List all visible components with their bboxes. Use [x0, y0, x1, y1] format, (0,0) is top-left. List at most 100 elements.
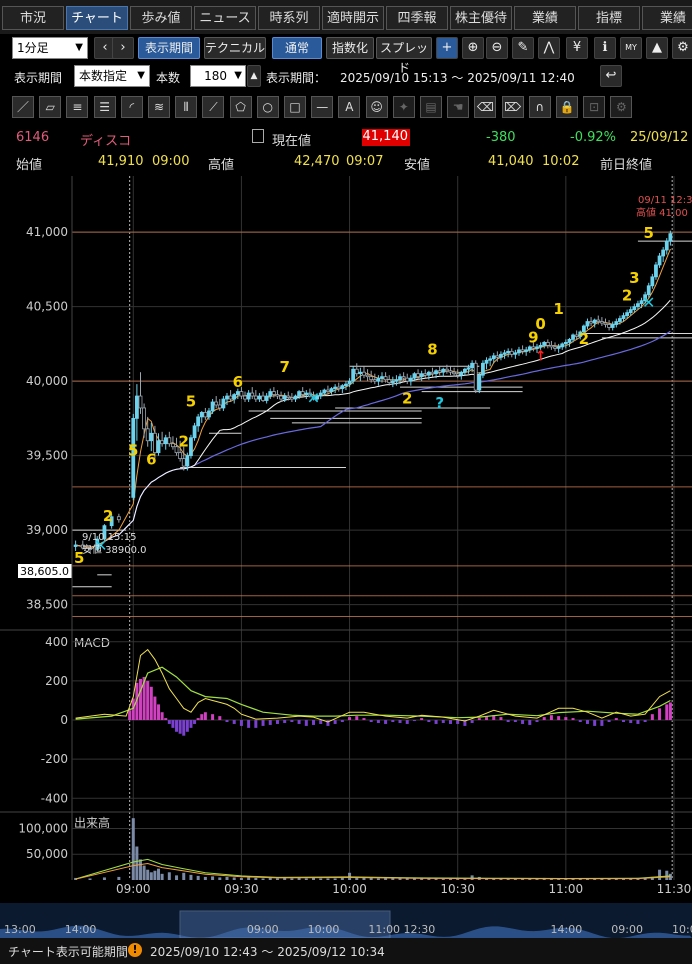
volume-y-tick-label: 50,000	[26, 847, 68, 861]
plus-icon[interactable]: +	[436, 37, 458, 59]
candle-body	[333, 386, 338, 389]
tab-item[interactable]: 株主優待	[450, 6, 512, 30]
normal-button[interactable]: 通常	[272, 37, 322, 59]
volume-title: 出来高	[74, 815, 110, 830]
my-icon[interactable]: MY	[620, 37, 642, 59]
candle-body	[466, 367, 471, 370]
hand-tool-icon[interactable]: ☚	[447, 96, 470, 118]
yen-icon[interactable]: ¥	[566, 37, 588, 59]
macd-histogram-bar	[290, 720, 294, 722]
tab-item[interactable]: 歩み値	[130, 6, 192, 30]
navigator-label: 09:00	[611, 923, 643, 936]
candle-body	[340, 385, 345, 389]
range-label: 表示期間：	[266, 71, 327, 85]
hlines-tool-icon[interactable]: ≡	[66, 96, 89, 118]
select-tool-icon[interactable]: ▤	[420, 96, 442, 118]
tab-item[interactable]: 四季報	[386, 6, 448, 30]
lock-tool-icon[interactable]: 🔒	[556, 96, 578, 118]
icon-tool-icon[interactable]: ☺	[365, 96, 388, 118]
channel-tool-icon[interactable]: ☰	[93, 96, 116, 118]
x-tick-label: 10:30	[440, 882, 475, 896]
circle-tool-icon[interactable]: ○	[256, 96, 279, 118]
candle-body	[203, 412, 208, 418]
chevron-down-icon: ▼	[75, 42, 83, 53]
gann-tool-icon[interactable]: ≋	[148, 96, 170, 118]
settings-icon[interactable]: ⚙	[672, 37, 692, 59]
index-button[interactable]: 指数化	[326, 37, 374, 59]
macd-histogram-bar	[398, 720, 402, 723]
candle-body	[167, 437, 172, 445]
count-input[interactable]: 180 ▼	[190, 65, 246, 87]
count-stepper-up-icon[interactable]: ▲	[247, 65, 261, 87]
hline-tool-icon[interactable]: —	[311, 96, 334, 118]
warning-icon: !	[128, 943, 142, 957]
tab-item[interactable]: 業績	[514, 6, 576, 30]
candle-body	[455, 373, 460, 376]
volume-bar	[665, 870, 669, 880]
candle-body	[513, 352, 518, 355]
tab-item[interactable]: 適時開示	[322, 6, 384, 30]
memo-icon[interactable]	[252, 129, 264, 143]
display-period-button[interactable]: 表示期間	[138, 37, 200, 59]
price-chart[interactable]: 09:00 09:30 10:00 10:30 11:00 11:30 41,000 40,5…	[0, 176, 692, 938]
macd-histogram-bar	[412, 720, 416, 722]
spread-button[interactable]: スプレッド	[376, 37, 432, 75]
macd-histogram-bar	[535, 720, 539, 722]
candle-body	[181, 458, 186, 467]
candle-body	[654, 264, 658, 278]
candle-body	[401, 376, 406, 379]
volume-bar	[254, 877, 258, 880]
volume-bar	[304, 878, 308, 880]
zoom-out-icon[interactable]: ⊖	[486, 37, 508, 59]
navigator-label: 10:00	[308, 923, 340, 936]
tab-item[interactable]: 市況	[2, 6, 64, 30]
eraser-all-tool-icon[interactable]: ⌦	[501, 96, 524, 118]
volume-bar	[203, 876, 207, 880]
brush-tool-icon[interactable]: ✦	[392, 96, 415, 118]
ruler-tool-icon[interactable]: ▱	[39, 96, 62, 118]
next-button[interactable]: ›	[112, 37, 134, 59]
fib-fan-tool-icon[interactable]: ⟋	[202, 96, 225, 118]
pentagon-tool-icon[interactable]: ⬠	[229, 96, 252, 118]
low-label: 安値	[404, 158, 431, 173]
tab-item[interactable]: 業績	[642, 6, 692, 30]
technical-button[interactable]: テクニカル	[204, 37, 266, 59]
period-mode-select[interactable]: 本数指定 ▼	[74, 65, 150, 87]
eraser-tool-icon[interactable]: ⌫	[474, 96, 497, 118]
candle-body	[470, 362, 475, 369]
candle-body	[477, 374, 482, 391]
vlines-tool-icon[interactable]: ⦀	[175, 96, 198, 118]
magnet-tool-icon[interactable]: ∩	[528, 96, 551, 118]
candle-body	[192, 425, 197, 439]
text-tool-icon[interactable]: A	[338, 96, 361, 118]
tab-item[interactable]: チャート	[66, 6, 128, 30]
tab-item[interactable]: ニュース	[194, 6, 256, 30]
area-chart-icon[interactable]: ▲	[646, 37, 668, 59]
tab-item[interactable]: 時系列	[258, 6, 320, 30]
macd-histogram-bar	[391, 720, 395, 722]
macd-histogram-bar	[668, 702, 672, 721]
back-icon[interactable]: ↩	[600, 65, 622, 87]
candle-body	[571, 334, 575, 340]
tool-settings-icon[interactable]: ⚙	[610, 96, 633, 118]
tab-item[interactable]: 指標	[578, 6, 640, 30]
rectangle-tool-icon[interactable]: □	[284, 96, 306, 118]
zoom-in-icon[interactable]: ⊕	[462, 37, 484, 59]
candle-body	[214, 401, 219, 406]
candle-body	[506, 350, 511, 354]
volume-bar	[88, 878, 92, 880]
candle-body	[444, 368, 449, 372]
interval-select[interactable]: 1分足 ▼	[12, 37, 88, 59]
macd-histogram-bar	[175, 720, 179, 732]
chart-pattern-icon[interactable]: ⋀	[538, 37, 560, 59]
trendline-tool-icon[interactable]: ／	[12, 96, 34, 118]
fan-tool-icon[interactable]: ◜	[120, 96, 143, 118]
pen-icon[interactable]: ✎	[512, 37, 534, 59]
volume-bar	[102, 877, 106, 880]
info-icon[interactable]: ℹ	[594, 37, 616, 59]
candle-body	[225, 395, 229, 400]
unlock-tool-icon[interactable]: ⊡	[583, 96, 606, 118]
x-tick-label: 10:00	[332, 882, 367, 896]
candle-body	[520, 349, 525, 352]
y-tick-label: 41,000	[26, 225, 68, 239]
